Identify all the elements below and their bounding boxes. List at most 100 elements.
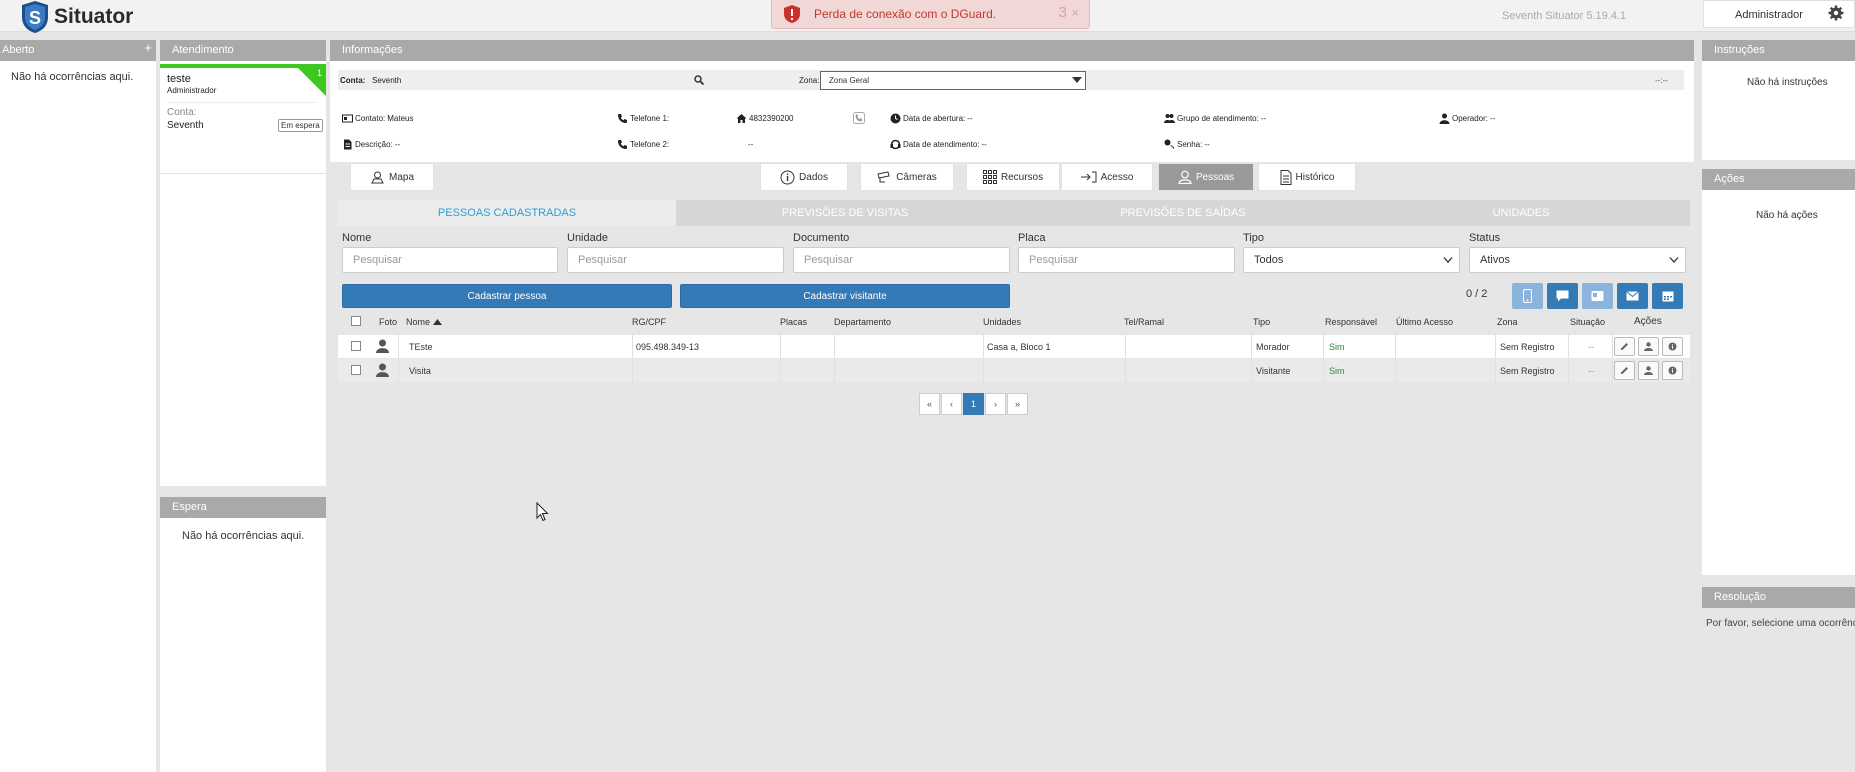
phone2-label: Telefone 2: [630,140,670,149]
opening-date-value: -- [967,114,973,123]
account-value: Seventh [167,120,204,131]
edit-button[interactable] [1614,361,1635,380]
message-button[interactable] [1547,283,1578,309]
tab-access[interactable]: Acesso [1061,163,1153,191]
register-visitor-button[interactable]: Cadastrar visitante [680,284,1010,308]
mobile-button[interactable] [1512,283,1543,309]
account-value[interactable]: Seventh [372,76,401,85]
resolution-panel: Resolução Por favor, selecione uma ocorr… [1702,587,1855,772]
filter-unit-input[interactable]: Pesquisar [567,247,784,273]
page-current-button[interactable]: 1 [963,393,984,415]
empty-message: Não há ocorrências aqui. [182,530,305,542]
info-body: Conta: Seventh Zona: Zona Geral --:-- Co… [330,61,1694,162]
subtab-registered-people[interactable]: PESSOAS CADASTRADAS [338,200,676,226]
col-rg: RG/CPF [632,317,667,327]
divider [1495,335,1496,358]
person-button[interactable] [1638,337,1659,356]
contact-value: Mateus [387,114,414,123]
card-button[interactable] [1582,283,1613,309]
home-icon [736,114,747,123]
row-checkbox[interactable] [351,365,361,375]
phone1-field: Telefone 1: [617,113,669,124]
filter-type-value: Todos [1254,254,1284,266]
table-row[interactable]: TEste 095.498.349-13 Casa a, Bloco 1 Mor… [338,335,1690,358]
subtab-visit-forecasts[interactable]: PREVISÕES DE VISITAS [676,200,1014,226]
phone1-number: 4832390200 [736,113,794,124]
edit-button[interactable] [1614,337,1635,356]
filter-name-input[interactable]: Pesquisar [342,247,558,273]
zone-label: Zona: [799,76,820,85]
app-name: Situator [54,5,134,28]
zone-select[interactable]: Zona Geral [820,71,1086,90]
tab-people[interactable]: Pessoas [1158,163,1254,191]
svg-text:S: S [29,8,41,28]
waiting-panel: Espera Não há ocorrências aqui. [160,497,326,772]
calendar-icon [1662,291,1673,302]
filter-status-select[interactable]: Ativos [1469,247,1686,273]
id-card-icon [342,114,353,123]
divider [1495,359,1496,382]
gear-icon[interactable] [1828,5,1844,21]
filter-status-label: Status [1469,232,1501,244]
page-last-button[interactable]: » [1007,393,1028,415]
people-subtabs: PESSOAS CADASTRADAS PREVISÕES DE VISITAS… [338,200,1690,226]
service-date-field: Data de atendimento: -- [890,139,987,150]
tab-label: Mapa [388,171,414,183]
service-group-field: Grupo de atendimento: -- [1164,113,1266,124]
mobile-icon [1523,289,1532,303]
search-icon[interactable] [694,75,704,85]
account-zone-row: Conta: Seventh Zona: Zona Geral --:-- [338,70,1684,90]
add-occurrence-button[interactable]: + [144,40,152,55]
subtab-exit-forecasts[interactable]: PREVISÕES DE SAÍDAS [1014,200,1352,226]
info-button[interactable] [1662,361,1683,380]
page-prev-button[interactable]: ‹ [941,393,962,415]
row-checkbox[interactable] [351,341,361,351]
hold-button[interactable]: Em espera [278,119,323,132]
user-menu[interactable]: Administrador [1703,0,1855,28]
contact-field: Contato: Mateus [342,113,413,124]
info-button[interactable] [1662,337,1683,356]
description-field: Descrição: -- [342,139,400,150]
occurrence-card[interactable]: 1 teste Administrador Conta: Seventh Em … [160,64,326,174]
cell-name: Visita [409,366,431,376]
operator-field: Operador: -- [1439,113,1495,124]
password-field: Senha: -- [1164,139,1210,150]
phone1-label: Telefone 1: [630,114,670,123]
cell-zone: Sem Registro [1500,366,1555,376]
password-label: Senha: [1177,140,1203,149]
tab-data[interactable]: Dados [760,163,848,191]
filter-type-select[interactable]: Todos [1243,247,1460,273]
tab-history[interactable]: Histórico [1258,163,1356,191]
user-name: Administrador [1735,9,1803,21]
email-button[interactable] [1617,283,1648,309]
description-value: -- [394,140,401,149]
tab-cameras[interactable]: Câmeras [860,163,954,191]
register-person-button[interactable]: Cadastrar pessoa [342,284,672,308]
filter-unit-label: Unidade [567,232,608,244]
panel-title: Instruções [1702,40,1855,61]
filter-plate-input[interactable]: Pesquisar [1018,247,1235,273]
tab-resources[interactable]: Recursos [966,163,1060,191]
panel-title: Resolução [1702,587,1855,608]
contact-label: Contato: [355,114,386,123]
app-version: Seventh Situator 5.19.4.1 [1502,10,1627,22]
tab-label: Acesso [1100,171,1134,183]
call-button-icon[interactable] [853,112,865,124]
tab-map[interactable]: Mapa [350,163,434,191]
col-name[interactable]: Nome [406,317,442,327]
page-first-button[interactable]: « [919,393,940,415]
page-next-button[interactable]: › [985,393,1006,415]
col-photo: Foto [379,317,398,327]
filter-document-input[interactable]: Pesquisar [793,247,1010,273]
select-all-checkbox[interactable] [351,316,361,326]
table-row[interactable]: Visita Visitante Sim Sem Registro -- [338,359,1690,382]
calendar-button[interactable] [1652,283,1683,309]
key-icon [1164,139,1174,149]
col-type: Tipo [1253,317,1271,327]
warning-shield-icon [784,5,800,23]
subtab-units[interactable]: UNIDADES [1352,200,1690,226]
logo[interactable]: S Situator [20,0,133,34]
time-display: --:-- [1655,76,1668,85]
person-button[interactable] [1638,361,1659,380]
alert-close-button[interactable]: × [1071,5,1079,20]
